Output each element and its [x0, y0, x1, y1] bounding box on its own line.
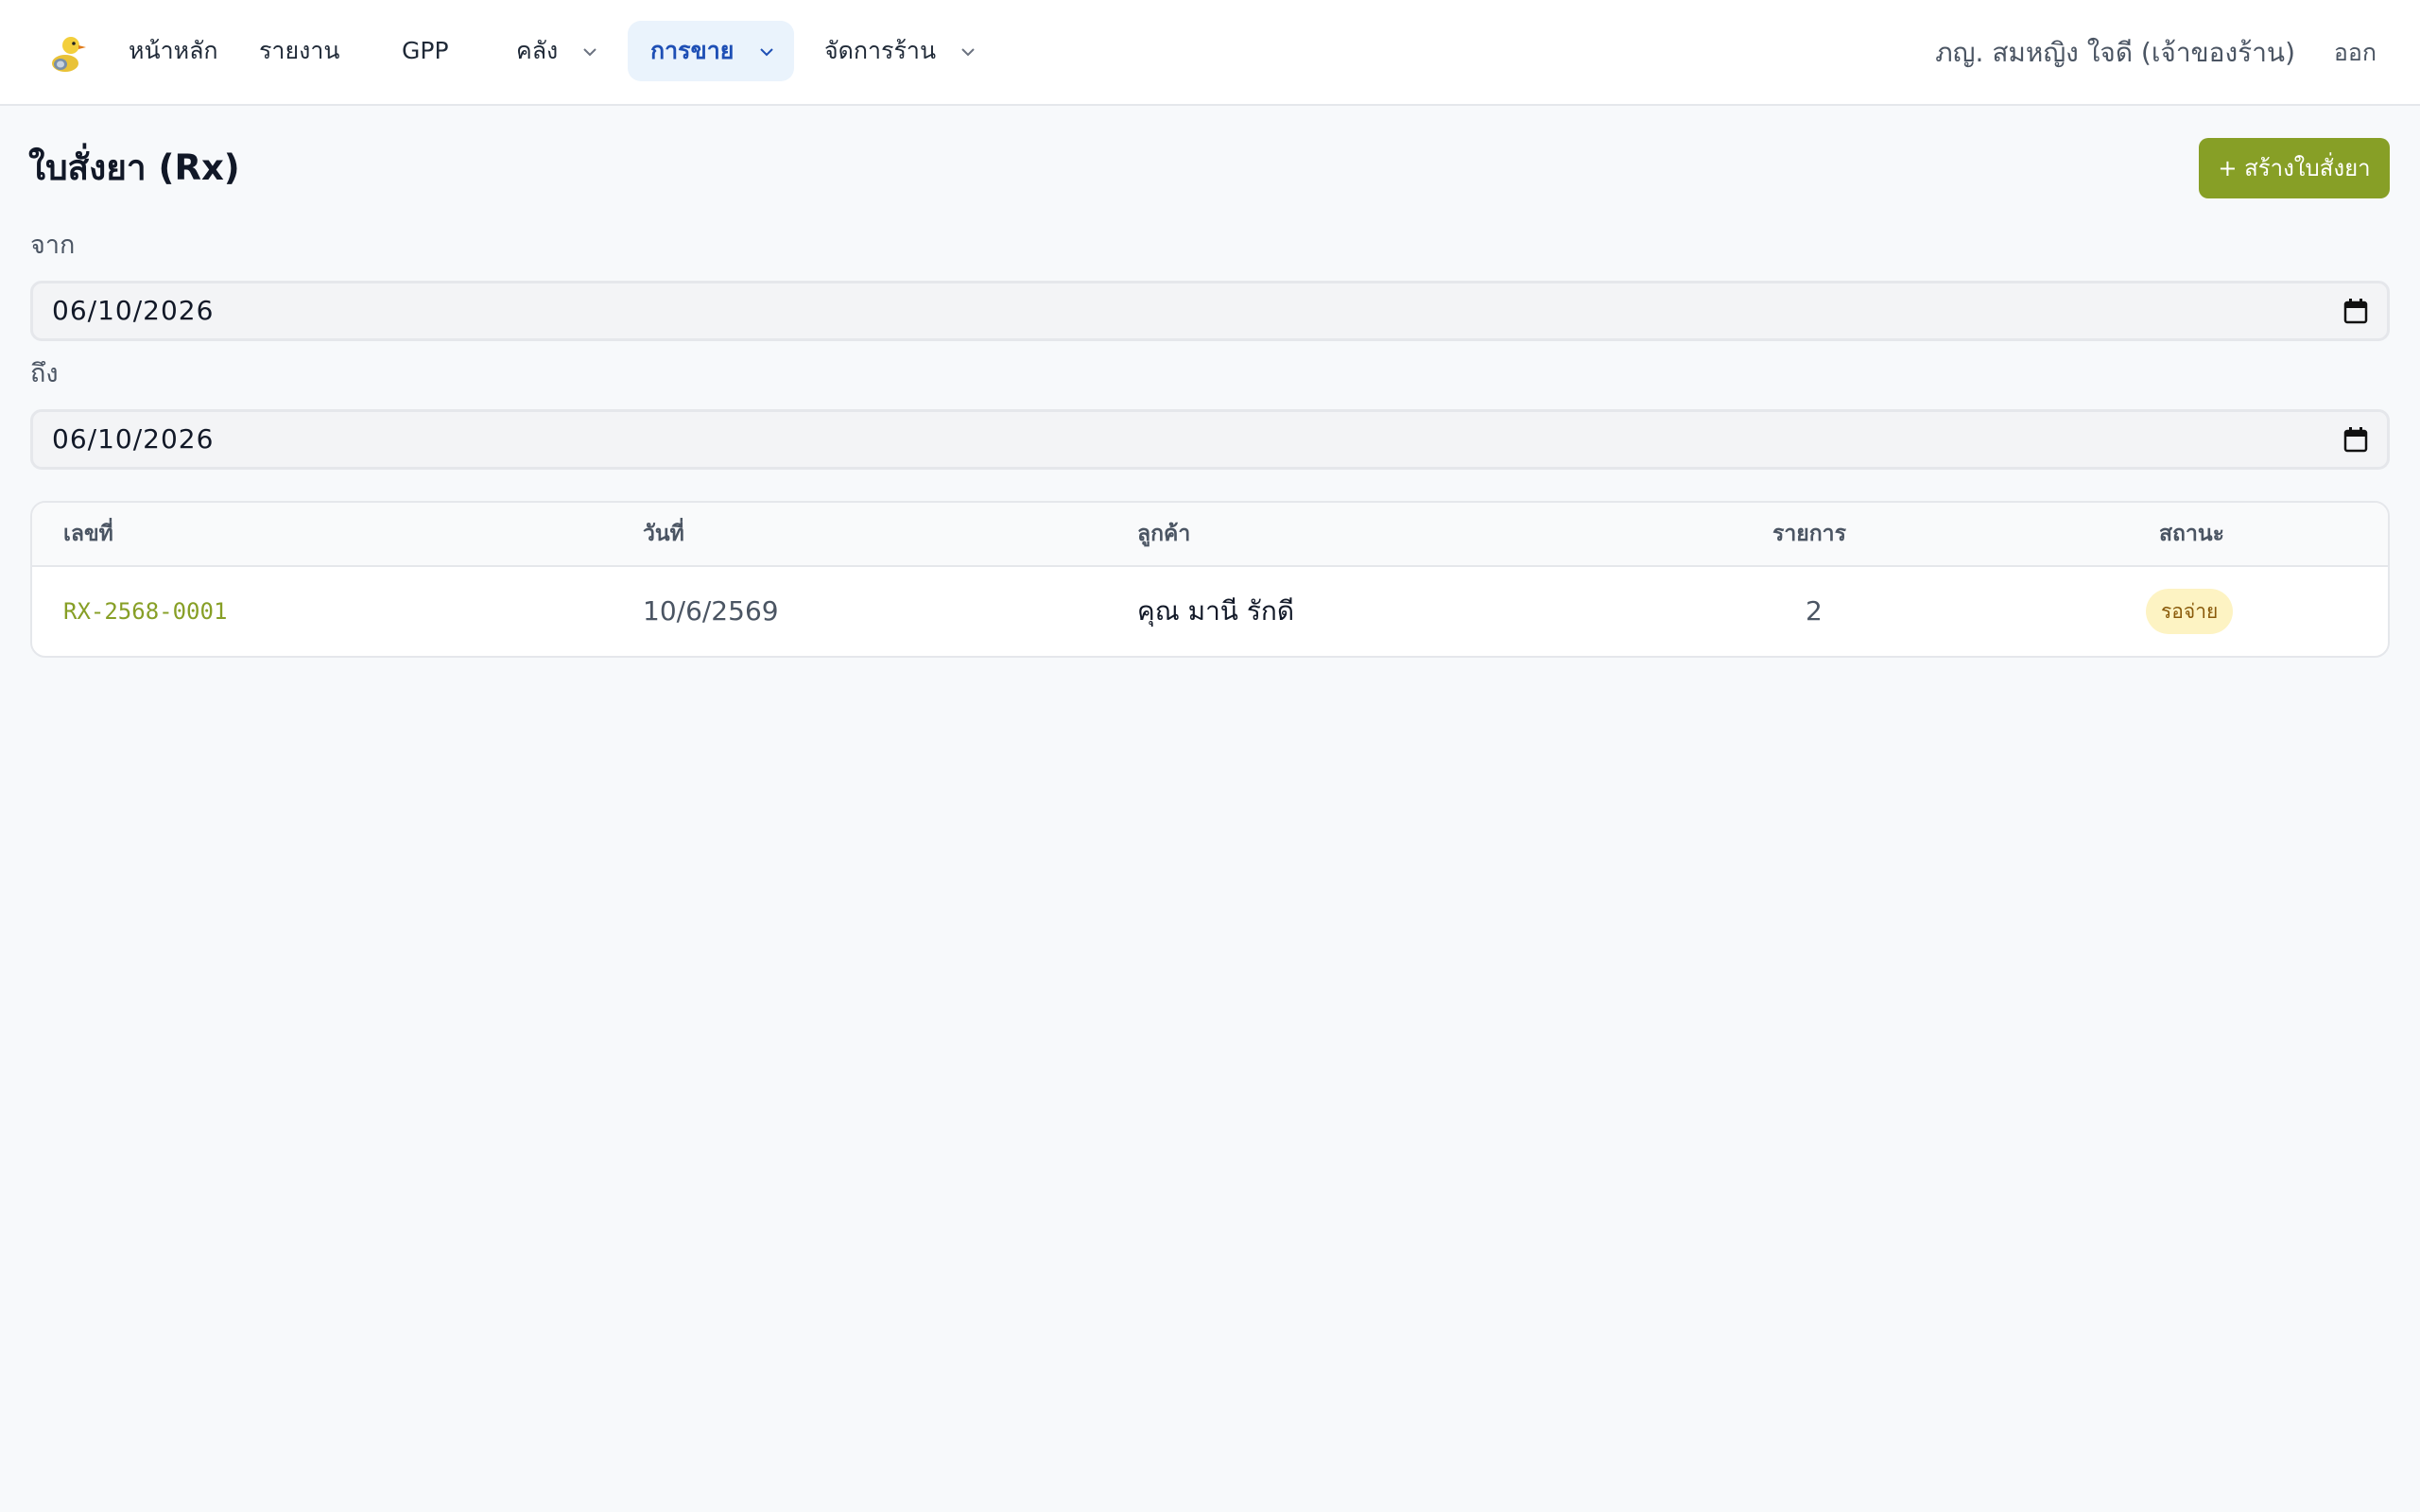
top-navbar: หน้าหลัก รายงาน GPP คลัง การขาย จัดการร้… [0, 0, 2420, 106]
chevron-down-icon [760, 48, 773, 57]
nav-store-management[interactable]: จัดการร้าน [824, 21, 976, 81]
nav-home[interactable]: หน้าหลัก [129, 21, 218, 81]
chevron-down-icon [961, 48, 975, 57]
item-count: 2 [1806, 595, 1823, 627]
customer-name: คุณ มานี รักดี [1137, 595, 1295, 627]
calendar-icon[interactable] [2343, 298, 2368, 324]
nav-reports[interactable]: รายงาน [259, 21, 339, 81]
to-date-label: ถึง [30, 359, 59, 388]
column-header-items: รายการ [1772, 522, 1846, 546]
prescription-date: 10/6/2569 [643, 595, 779, 627]
prescriptions-table: เลขที่ วันที่ ลูกค้า รายการ สถานะ RX-256… [30, 501, 2390, 658]
create-prescription-button[interactable]: + สร้างใบสั่งยา [2199, 138, 2390, 198]
nav-gpp[interactable]: GPP [402, 21, 449, 81]
user-name: ภญ. สมหญิง ใจดี (เจ้าของร้าน) [1935, 37, 2295, 68]
nav-inventory[interactable]: คลัง [516, 21, 597, 81]
to-date-value: 06/10/2026 [52, 423, 215, 455]
from-date-label: จาก [30, 231, 76, 260]
column-header-date: วันที่ [643, 522, 684, 546]
chevron-down-icon [583, 48, 596, 57]
nav-home-label: หน้าหลัก [129, 37, 218, 64]
logout-link[interactable]: ออก [2334, 32, 2377, 74]
nav-reports-label: รายงาน [259, 37, 340, 64]
nav-gpp-label: GPP [402, 37, 449, 64]
nav-sales-label: การขาย [650, 37, 735, 64]
page-title: ใบสั่งยา (Rx) [28, 147, 240, 188]
to-date-input[interactable]: 06/10/2026 [30, 409, 2390, 470]
prescription-number[interactable]: RX-2568-0001 [63, 565, 227, 656]
column-header-customer: ลูกค้า [1137, 522, 1191, 546]
nav-inventory-label: คลัง [516, 37, 559, 64]
from-date-value: 06/10/2026 [52, 295, 215, 326]
status-badge: รอจ่าย [2146, 589, 2234, 634]
duck-logo-icon[interactable] [49, 32, 87, 74]
nav-store-management-label: จัดการร้าน [824, 37, 937, 64]
table-header: เลขที่ วันที่ ลูกค้า รายการ สถานะ [32, 503, 2388, 567]
from-date-input[interactable]: 06/10/2026 [30, 281, 2390, 341]
column-header-number: เลขที่ [63, 522, 113, 546]
column-header-status: สถานะ [2159, 522, 2224, 546]
calendar-icon[interactable] [2343, 426, 2368, 453]
table-row[interactable]: RX-2568-0001 10/6/2569 คุณ มานี รักดี 2 … [32, 565, 2388, 656]
nav-sales[interactable]: การขาย [628, 21, 794, 81]
